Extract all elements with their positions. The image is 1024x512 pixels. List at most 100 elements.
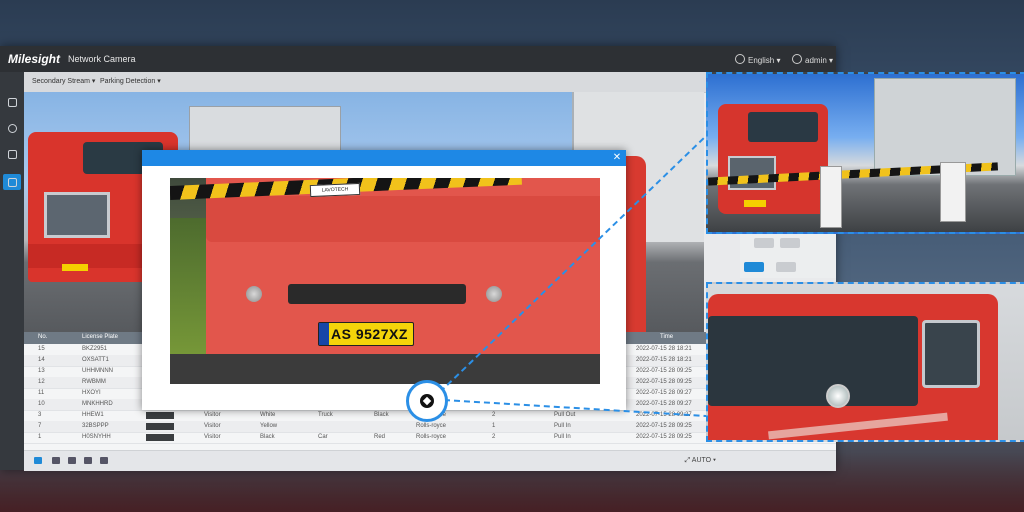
sidebar-item-parking[interactable] [3, 174, 21, 190]
cell-time: 2022-07-15 28 09:25 [636, 379, 692, 385]
app-header: Milesight Network Camera English ▾ admin… [0, 46, 836, 72]
cell-color: Yellow [260, 423, 278, 429]
truck-cab [708, 294, 998, 440]
col-time: Time [660, 334, 674, 340]
cell-direction: Pull Out [554, 412, 576, 418]
fog-light [486, 286, 502, 302]
cell-type: Visitor [204, 434, 221, 440]
bumper [28, 244, 158, 268]
cell-vehicle: Truck [318, 412, 333, 418]
road [170, 354, 600, 384]
audio-icon[interactable] [100, 457, 108, 464]
target-icon [420, 394, 434, 408]
globe-icon [735, 54, 745, 64]
cell-type: Visitor [204, 423, 221, 429]
grid-icon[interactable] [34, 457, 42, 464]
record-icon[interactable] [68, 457, 76, 464]
stream-select[interactable]: Secondary Stream ▾ [32, 77, 95, 85]
plate-thumbnail[interactable] [146, 423, 174, 430]
sidebar-item-playback[interactable] [3, 120, 21, 136]
license-plate: AS 9527XZ [318, 322, 414, 346]
grille [44, 192, 110, 238]
auto-label: AUTO [691, 457, 712, 464]
zoom-icon[interactable] [84, 457, 92, 464]
sidebar [0, 72, 24, 470]
gear-icon [8, 150, 17, 159]
cell-type: Visitor [204, 412, 221, 418]
cell-color: Black [260, 434, 275, 440]
ptz-button-active[interactable] [744, 262, 764, 272]
barrier-post [940, 162, 966, 222]
cell-plate: 32BSPPP [82, 423, 109, 429]
product-name: Network Camera [68, 54, 136, 64]
eu-band [319, 323, 329, 345]
cell-no: 13 [38, 368, 45, 374]
user-menu[interactable]: admin ▾ [792, 54, 833, 65]
sidebar-item-live[interactable] [3, 94, 21, 110]
user-icon [792, 54, 802, 64]
windshield [748, 112, 818, 142]
cell-count: 2 [492, 412, 496, 418]
auto-toggle[interactable]: ⤢ AUTO ▾ [685, 457, 716, 465]
bumper-vent [288, 284, 466, 304]
barrier-sign: LAVOTECH [309, 182, 361, 198]
language-selector[interactable]: English ▾ [735, 54, 781, 65]
mode-select[interactable]: Parking Detection ▾ [100, 77, 161, 85]
ptz-panel [740, 232, 836, 278]
camera-icon[interactable] [52, 457, 60, 464]
cell-veh-color: Black [374, 412, 389, 418]
cell-no: 14 [38, 357, 45, 363]
windshield [708, 316, 918, 406]
stream-select-label: Secondary Stream [32, 78, 90, 85]
cell-time: 2022-07-15 28 18:21 [636, 346, 692, 352]
cell-plate: MNKHHRD [82, 401, 113, 407]
col-no: No. [38, 334, 48, 340]
cell-plate: RWBMM [82, 379, 106, 385]
footer-bar: ⤢ AUTO ▾ [24, 450, 836, 471]
cell-plate: HXOYI [82, 390, 101, 396]
cell-brand: Rolls-royce [416, 423, 447, 429]
cell-time: 2022-07-15 28 09:27 [636, 390, 692, 396]
grille [728, 156, 776, 190]
cell-count: 1 [492, 423, 496, 429]
mode-select-label: Parking Detection [100, 78, 156, 85]
brand-logo: Milesight [8, 52, 61, 66]
plate-thumbnail[interactable] [146, 434, 174, 441]
license-plate [62, 264, 88, 271]
cell-no: 3 [38, 412, 42, 418]
door-lettering [768, 412, 948, 440]
focus-ring[interactable] [406, 380, 448, 422]
cell-no: 10 [38, 401, 45, 407]
hood [206, 196, 600, 242]
inset-cab-closeup [706, 282, 1024, 442]
car-icon [8, 178, 17, 187]
ptz-button[interactable] [776, 262, 796, 272]
cell-direction: Pull In [554, 423, 571, 429]
ptz-button[interactable] [780, 238, 800, 248]
plate-thumbnail[interactable] [146, 412, 174, 419]
cell-time: 2022-07-15 28 09:27 [636, 412, 692, 418]
cell-brand: Rolls-royce [416, 434, 447, 440]
cell-no: 15 [38, 346, 45, 352]
user-label: admin [805, 56, 827, 65]
cell-time: 2022-07-15 28 09:27 [636, 401, 692, 407]
cell-direction: Pull In [554, 434, 571, 440]
col-plate: License Plate [82, 334, 119, 340]
inset-overview [706, 72, 1024, 234]
sidebar-item-settings[interactable] [3, 146, 21, 162]
ptz-button[interactable] [754, 238, 774, 248]
cell-no: 1 [38, 434, 42, 440]
playback-icon [8, 124, 17, 133]
door-window [922, 320, 980, 388]
cell-plate: HHEW1 [82, 412, 104, 418]
cell-count: 2 [492, 434, 496, 440]
cell-vehicle: Car [318, 434, 328, 440]
close-icon[interactable]: ✕ [612, 153, 622, 163]
barrier-post [820, 166, 842, 228]
cell-plate: OXSATT1 [82, 357, 109, 363]
cell-plate: UHHMNNN [82, 368, 113, 374]
fog-light [246, 286, 262, 302]
cell-time: 2022-07-15 28 18:21 [636, 357, 692, 363]
cell-time: 2022-07-15 28 09:25 [636, 368, 692, 374]
cell-time: 2022-07-15 28 09:25 [636, 434, 692, 440]
